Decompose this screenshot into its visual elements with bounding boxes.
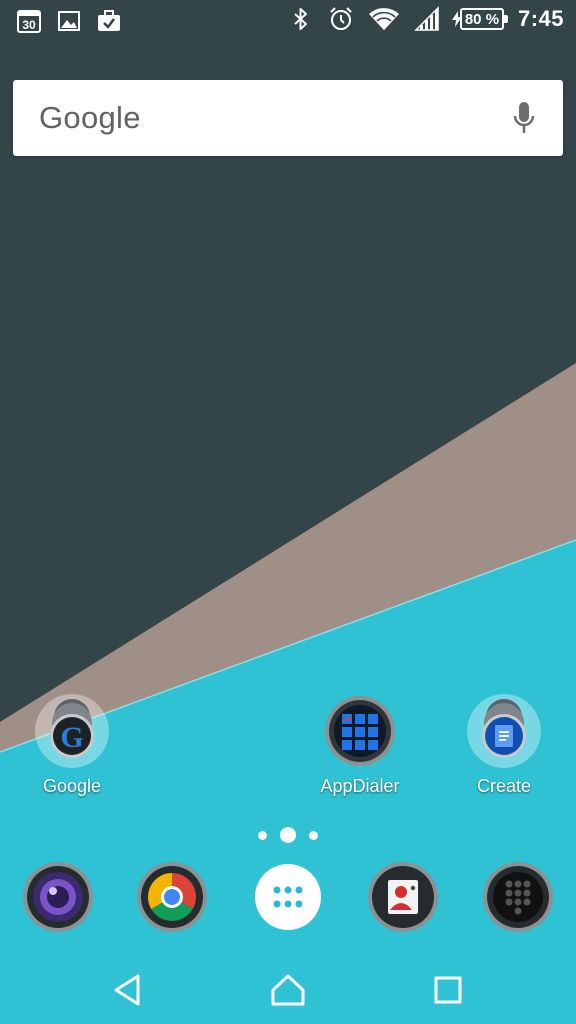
app-dialer-icon — [325, 696, 395, 766]
create-folder-icon — [467, 694, 541, 768]
battery-indicator: 80 % — [459, 8, 508, 30]
page-dot-2-active[interactable] — [280, 827, 296, 843]
status-bar: 30 80 % 7:45 — [0, 0, 576, 42]
app-appdialer[interactable]: AppDialer — [295, 692, 425, 797]
app-drawer-button[interactable] — [251, 860, 325, 934]
page-dot-3[interactable] — [309, 831, 318, 840]
back-icon — [114, 974, 140, 1006]
google-search-bar[interactable]: Google — [13, 80, 563, 156]
dock-chrome[interactable] — [135, 860, 209, 934]
app-create-folder[interactable]: Create — [439, 692, 569, 797]
page-dot-1[interactable] — [258, 831, 267, 840]
nav-back-button[interactable] — [108, 970, 148, 1010]
nav-home-button[interactable] — [268, 970, 308, 1010]
nav-recents-button[interactable] — [428, 970, 468, 1010]
svg-text:G: G — [60, 721, 83, 754]
google-logo: Google — [39, 100, 141, 135]
gallery-icon — [58, 11, 80, 31]
status-clock: 7:45 — [517, 6, 564, 31]
home-icon — [271, 974, 305, 1006]
page-indicator — [0, 826, 576, 846]
dock-camera[interactable] — [21, 860, 95, 934]
calendar-icon: 30 — [17, 10, 41, 33]
recents-icon — [434, 976, 462, 1004]
app-drawer-icon — [255, 864, 321, 930]
battery-percent: 80 % — [464, 10, 500, 28]
app-google-folder[interactable]: G Google — [7, 692, 137, 797]
chrome-icon — [137, 862, 207, 932]
camera-icon — [23, 862, 93, 932]
google-folder-icon: G — [35, 694, 109, 768]
app-label-google: Google — [42, 776, 102, 796]
app-label-appdialer: AppDialer — [320, 776, 400, 796]
mic-icon[interactable] — [511, 100, 537, 136]
alarm-icon — [330, 7, 352, 30]
briefcase-check-icon — [98, 10, 120, 31]
navigation-bar — [0, 950, 576, 1024]
home-screen: 30 80 % 7:45 Google G Google AppDialer C… — [0, 0, 576, 1024]
wifi-icon — [368, 8, 399, 31]
calendar-day: 30 — [22, 18, 36, 32]
phone-dialer-icon — [483, 862, 553, 932]
dock-phone[interactable] — [481, 860, 555, 934]
contacts-icon — [368, 862, 438, 932]
bluetooth-icon — [294, 8, 307, 30]
signal-icon — [414, 6, 439, 31]
app-label-create: Create — [476, 776, 532, 796]
dock-contacts[interactable] — [366, 860, 440, 934]
